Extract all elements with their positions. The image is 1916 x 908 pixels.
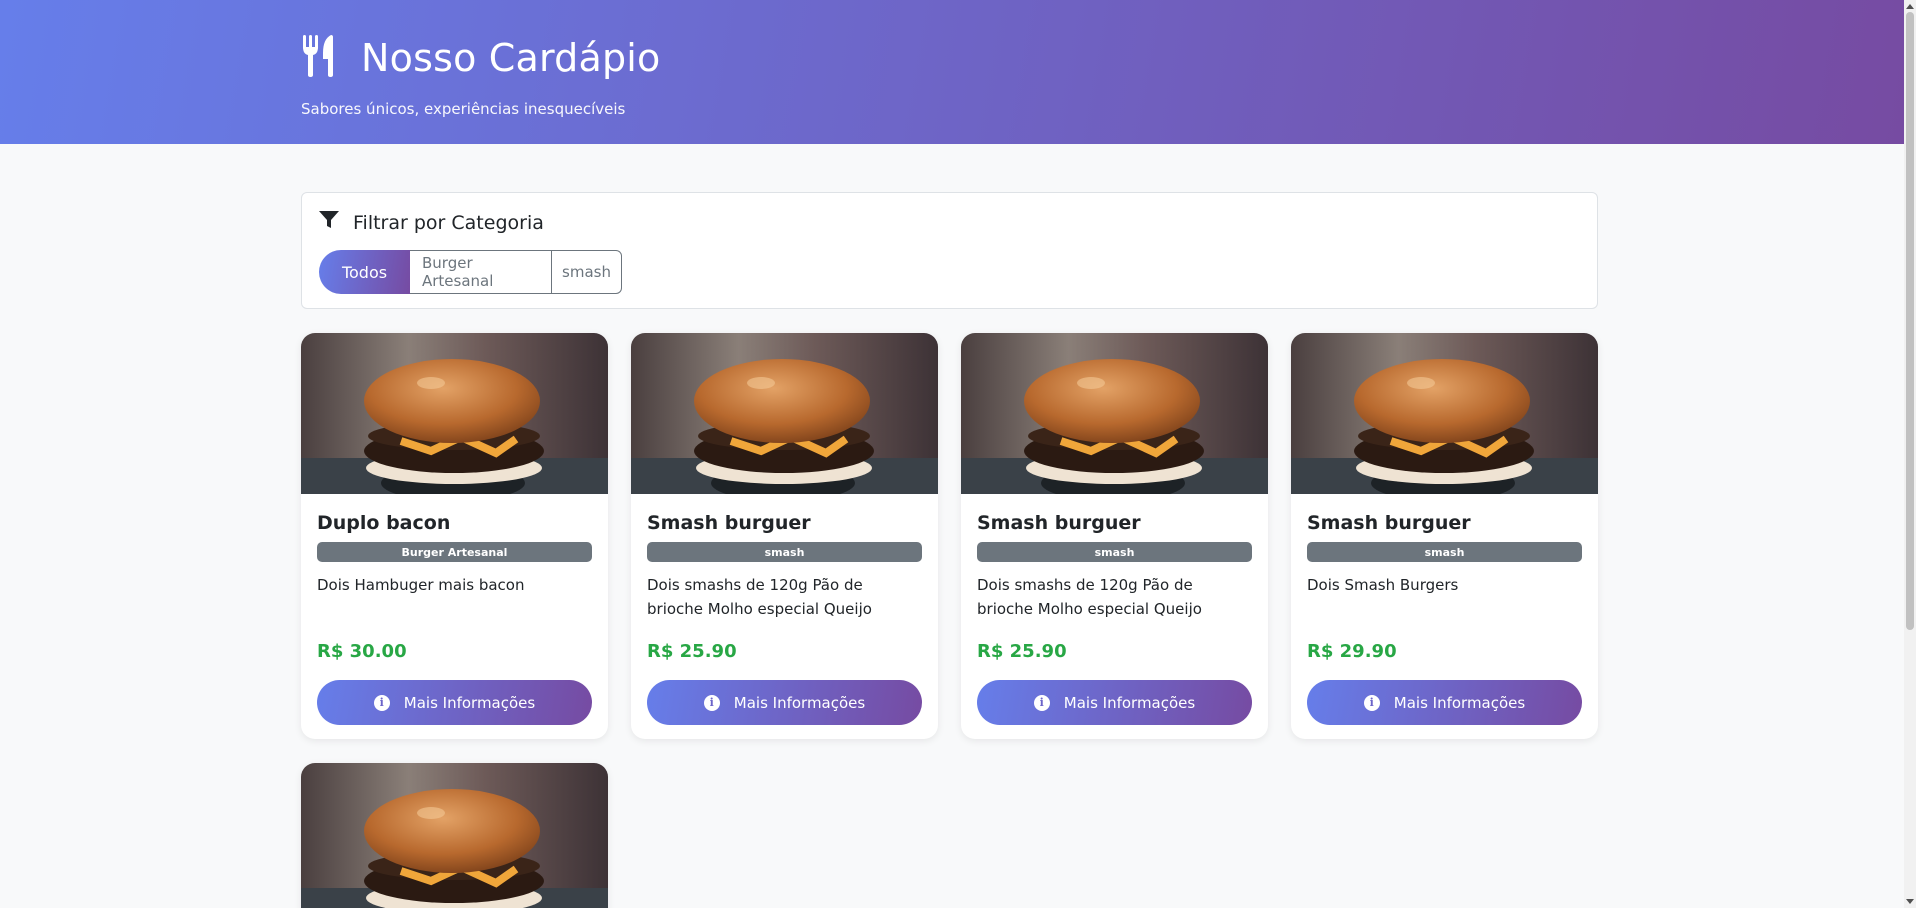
- product-card: Smash burguer smash Dois smashs de 120g …: [961, 333, 1268, 739]
- scroll-down-icon[interactable]: [1904, 896, 1916, 908]
- more-info-label: Mais Informações: [733, 693, 866, 712]
- product-name: Smash burguer: [647, 512, 811, 534]
- product-card: Smash burguer smash Dois Smash Burgers R…: [1291, 333, 1598, 739]
- product-image: [631, 333, 938, 494]
- product-description: Dois smashs de 120g Pão de brioche Molho…: [977, 576, 1202, 618]
- category-badge: smash: [1307, 542, 1582, 562]
- product-card: Duplo bacon Burger Artesanal Dois Hambug…: [301, 333, 608, 739]
- product-price: R$ 29.90: [1307, 641, 1397, 662]
- more-info-button[interactable]: i Mais Informações: [317, 680, 592, 725]
- product-card: [301, 763, 608, 908]
- more-info-label: Mais Informações: [1063, 693, 1196, 712]
- more-info-label: Mais Informações: [1393, 693, 1526, 712]
- header-banner: Nosso Cardápio Sabores únicos, experiênc…: [0, 0, 1904, 144]
- more-info-button[interactable]: i Mais Informações: [977, 680, 1252, 725]
- filter-icon: [319, 211, 339, 234]
- more-info-button[interactable]: i Mais Informações: [647, 680, 922, 725]
- filter-heading: Filtrar por Categoria: [353, 211, 544, 234]
- filter-button-todos[interactable]: Todos: [319, 250, 410, 294]
- page-scrollbar[interactable]: [1904, 0, 1916, 908]
- menu-page: Nosso Cardápio Sabores únicos, experiênc…: [0, 0, 1916, 908]
- info-icon: i: [1033, 694, 1050, 711]
- info-icon: i: [703, 694, 720, 711]
- page-subtitle: Sabores únicos, experiências inesquecíve…: [301, 100, 626, 118]
- product-name: Duplo bacon: [317, 512, 451, 534]
- product-name: Smash burguer: [1307, 512, 1471, 534]
- scrollbar-thumb[interactable]: [1906, 12, 1914, 630]
- product-image: [301, 333, 608, 494]
- product-price: R$ 25.90: [977, 641, 1067, 662]
- product-description: Dois smashs de 120g Pão de brioche Molho…: [647, 576, 872, 618]
- product-description: Dois Hambuger mais bacon: [317, 576, 525, 594]
- filter-button-smash[interactable]: smash: [552, 250, 622, 294]
- scroll-up-icon[interactable]: [1904, 0, 1916, 12]
- more-info-label: Mais Informações: [403, 693, 536, 712]
- category-badge: Burger Artesanal: [317, 542, 592, 562]
- product-description: Dois Smash Burgers: [1307, 576, 1459, 594]
- product-image: [961, 333, 1268, 494]
- filter-button-burger-artesanal[interactable]: Burger Artesanal: [410, 250, 552, 294]
- product-image: [301, 763, 608, 908]
- product-image: [1291, 333, 1598, 494]
- category-button-group: Todos Burger Artesanal smash: [319, 250, 622, 294]
- page-title: Nosso Cardápio: [361, 36, 661, 80]
- category-filter-panel: Filtrar por Categoria Todos Burger Artes…: [301, 192, 1598, 309]
- product-name: Smash burguer: [977, 512, 1141, 534]
- product-card: Smash burguer smash Dois smashs de 120g …: [631, 333, 938, 739]
- category-badge: smash: [647, 542, 922, 562]
- info-icon: i: [373, 694, 390, 711]
- product-price: R$ 30.00: [317, 641, 407, 662]
- more-info-button[interactable]: i Mais Informações: [1307, 680, 1582, 725]
- utensils-icon: [301, 35, 337, 81]
- product-price: R$ 25.90: [647, 641, 737, 662]
- info-icon: i: [1363, 694, 1380, 711]
- category-badge: smash: [977, 542, 1252, 562]
